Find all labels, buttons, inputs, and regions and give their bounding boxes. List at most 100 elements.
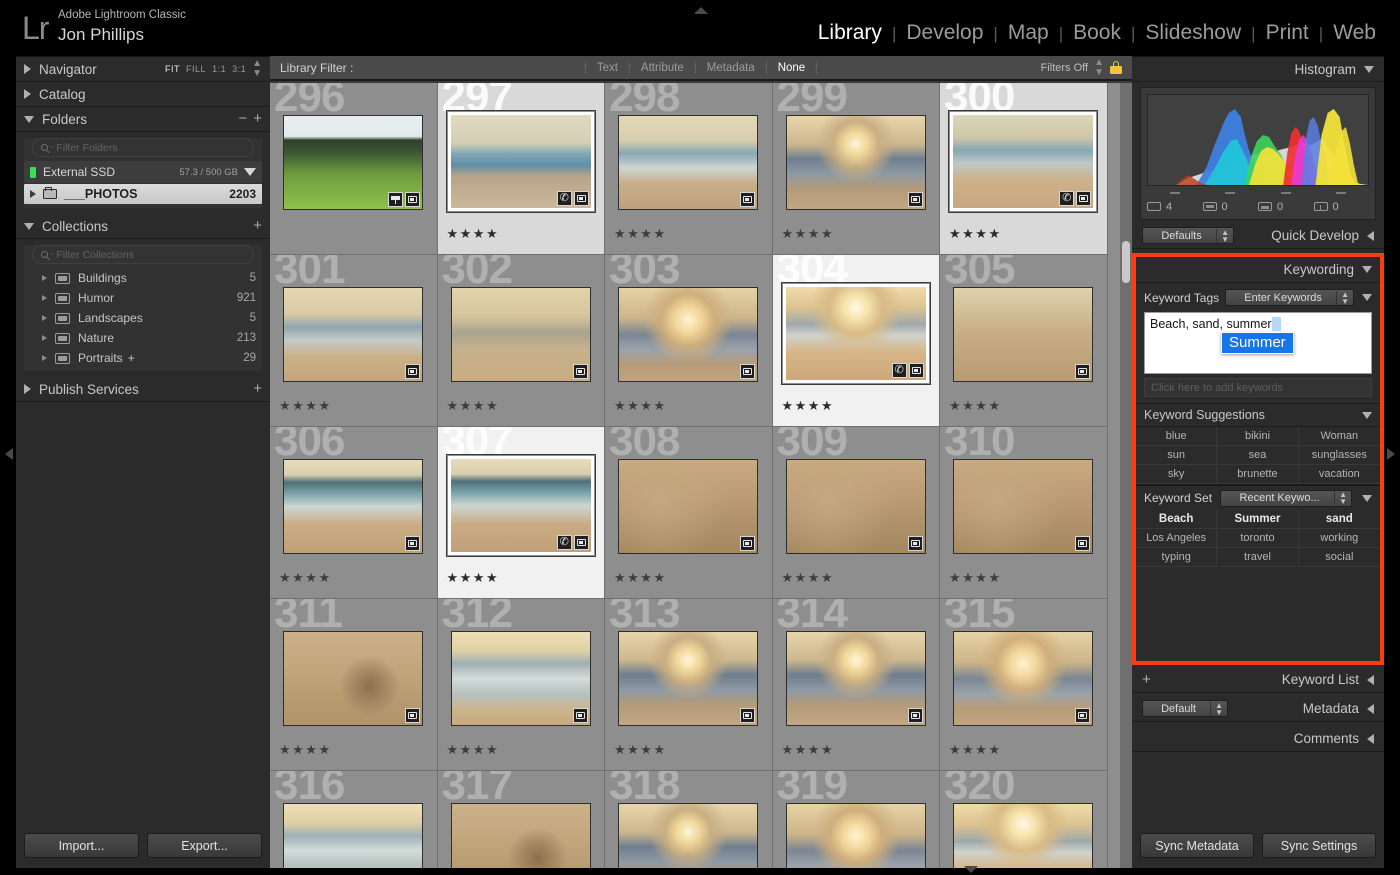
keyword-tags-mode-select[interactable]: Enter Keywords ▲ ▼ — [1225, 289, 1354, 306]
add-publish-service-button[interactable]: + — [253, 381, 262, 396]
crop-badge-icon[interactable] — [907, 192, 923, 207]
chevron-right-icon[interactable] — [30, 190, 36, 198]
keyword-set-item[interactable]: sand — [1298, 510, 1380, 529]
keyword-badge-icon[interactable]: ✆ — [1059, 191, 1075, 206]
star-rating[interactable]: ★★★★ — [782, 743, 835, 756]
panel-navigator-header[interactable]: Navigator FIT FILL 1:1 3:1 ▲ ▼ — [16, 57, 270, 82]
star-rating[interactable]: ★★★★ — [447, 743, 500, 756]
zoom-3-1-button[interactable]: 3:1 — [232, 64, 246, 74]
thumbnail-frame[interactable] — [283, 115, 424, 210]
crop-badge-icon[interactable] — [908, 363, 924, 378]
crop-badge-icon[interactable] — [405, 364, 421, 379]
thumbnail-frame[interactable] — [283, 459, 424, 554]
crop-badge-icon[interactable] — [573, 535, 589, 550]
star-rating[interactable]: ★★★★ — [279, 743, 332, 756]
grid-cell[interactable]: 320 — [940, 771, 1108, 868]
keyword-set-item[interactable]: working — [1298, 529, 1380, 548]
filmstrip-toggle-handle[interactable] — [964, 860, 978, 873]
crop-badge-icon[interactable] — [405, 708, 421, 723]
grid-cell[interactable]: 304 ✆ ★★★★ — [772, 255, 940, 427]
import-button[interactable]: Import... — [24, 833, 139, 858]
star-rating[interactable]: ★★★★ — [949, 571, 1002, 584]
crop-badge-icon[interactable] — [1075, 364, 1091, 379]
crop-badge-icon[interactable] — [1075, 536, 1091, 551]
keyword-suggestion-item[interactable]: sun — [1136, 446, 1218, 465]
panel-histogram-header[interactable]: Histogram — [1132, 57, 1384, 82]
grid-cell[interactable]: 309 ★★★★ — [772, 427, 940, 599]
thumbnail-frame[interactable] — [953, 803, 1094, 868]
chevron-right-icon[interactable] — [42, 355, 47, 361]
quick-develop-preset-select[interactable]: Defaults ▲ ▼ — [1142, 227, 1234, 244]
thumbnail-frame[interactable]: ✆ — [948, 110, 1099, 213]
module-map[interactable]: Map — [998, 20, 1059, 46]
panel-quick-develop-header[interactable]: Defaults ▲ ▼ Quick Develop — [1132, 223, 1384, 249]
metadata-preset-select[interactable]: Default ▲ ▼ — [1142, 700, 1228, 717]
grid-cell[interactable]: 307 ✆ ★★★★ — [437, 427, 605, 599]
filter-folders-input[interactable]: - Filter Folders — [32, 138, 254, 157]
keyword-set-menu-chevron-down-icon[interactable] — [1362, 494, 1372, 502]
grid-cell[interactable]: 302 ★★★★ — [437, 255, 605, 427]
sync-settings-button[interactable]: Sync Settings — [1262, 833, 1376, 858]
star-rating[interactable]: ★★★★ — [614, 743, 667, 756]
add-keyword-button[interactable]: + — [1142, 672, 1151, 687]
thumbnail-frame[interactable] — [953, 631, 1094, 726]
grid-cell[interactable]: 312 ★★★★ — [437, 599, 605, 771]
grid-cell[interactable]: 317 — [437, 771, 605, 868]
star-rating[interactable]: ★★★★ — [614, 399, 667, 412]
histogram-plot[interactable] — [1147, 94, 1369, 186]
grid-cell[interactable]: 297 ✆ ★★★★ — [437, 83, 605, 255]
grid-cell[interactable]: 313 ★★★★ — [605, 599, 773, 771]
thumbnail-frame[interactable] — [953, 287, 1094, 382]
keyword-suggestion-item[interactable]: sunglasses — [1298, 446, 1380, 465]
crop-badge-icon[interactable] — [572, 708, 588, 723]
star-rating[interactable]: ★★★★ — [447, 399, 500, 412]
module-develop[interactable]: Develop — [896, 20, 993, 46]
lock-icon[interactable] — [1110, 61, 1122, 74]
grid-cell[interactable]: 303 ★★★★ — [605, 255, 773, 427]
thumbnail-frame[interactable]: ✆ — [445, 110, 596, 213]
add-keywords-input[interactable]: Click here to add keywords — [1144, 378, 1372, 397]
star-rating[interactable]: ★★★★ — [949, 227, 1002, 240]
keyword-suggestion-item[interactable]: bikini — [1217, 427, 1299, 446]
thumbnail-frame[interactable] — [618, 115, 759, 210]
add-folder-button[interactable]: + — [253, 111, 262, 126]
grid-cell[interactable]: 299 ★★★★ — [772, 83, 940, 255]
crop-badge-icon[interactable] — [572, 364, 588, 379]
panel-metadata-header[interactable]: Default ▲ ▼ Metadata — [1132, 696, 1384, 722]
star-rating[interactable]: ★★★★ — [279, 399, 332, 412]
panel-keywording-header[interactable]: Keywording — [1136, 257, 1380, 283]
keyword-suggestion-item[interactable]: Woman — [1298, 427, 1380, 446]
chevron-right-icon[interactable] — [42, 315, 47, 321]
flag-badge-icon[interactable] — [388, 192, 404, 207]
thumbnail-frame[interactable] — [283, 287, 424, 382]
panel-catalog-header[interactable]: Catalog — [16, 82, 270, 107]
collection-row-humor[interactable]: Humor 921 — [24, 288, 262, 308]
grid-cell[interactable]: 311 ★★★★ — [270, 599, 438, 771]
panel-comments-header[interactable]: Comments — [1132, 726, 1384, 752]
collection-row-buildings[interactable]: Buildings 5 — [24, 268, 262, 288]
add-collection-button[interactable]: + — [253, 218, 262, 233]
crop-badge-icon[interactable] — [405, 192, 421, 207]
zoom-1-1-button[interactable]: 1:1 — [212, 64, 226, 74]
keyword-badge-icon[interactable]: ✆ — [556, 535, 572, 550]
grid-cell[interactable]: 319 — [772, 771, 940, 868]
module-print[interactable]: Print — [1256, 20, 1319, 46]
star-rating[interactable]: ★★★★ — [782, 399, 835, 412]
collection-row-portraits[interactable]: Portraits + 29 — [24, 348, 262, 368]
crop-badge-icon[interactable] — [740, 536, 756, 551]
keyword-tags-menu-chevron-down-icon[interactable] — [1362, 294, 1372, 301]
module-library[interactable]: Library — [808, 20, 892, 46]
module-book[interactable]: Book — [1063, 20, 1131, 46]
grid-cell[interactable]: 308 ★★★★ — [605, 427, 773, 599]
keyword-autocomplete-suggestion[interactable]: Summer — [1221, 332, 1294, 354]
thumbnail-frame[interactable] — [283, 803, 424, 868]
grid-scrollbar[interactable] — [1120, 83, 1132, 868]
keyword-set-item[interactable]: typing — [1136, 548, 1218, 567]
star-rating[interactable]: ★★★★ — [949, 743, 1002, 756]
thumbnail-frame[interactable] — [953, 459, 1094, 554]
chevron-right-icon[interactable] — [42, 295, 47, 301]
left-panel-collapse-arrow[interactable] — [2, 440, 16, 468]
thumbnail-frame[interactable] — [450, 631, 591, 726]
star-rating[interactable]: ★★★★ — [614, 227, 667, 240]
keyword-suggestion-item[interactable]: vacation — [1298, 465, 1380, 484]
